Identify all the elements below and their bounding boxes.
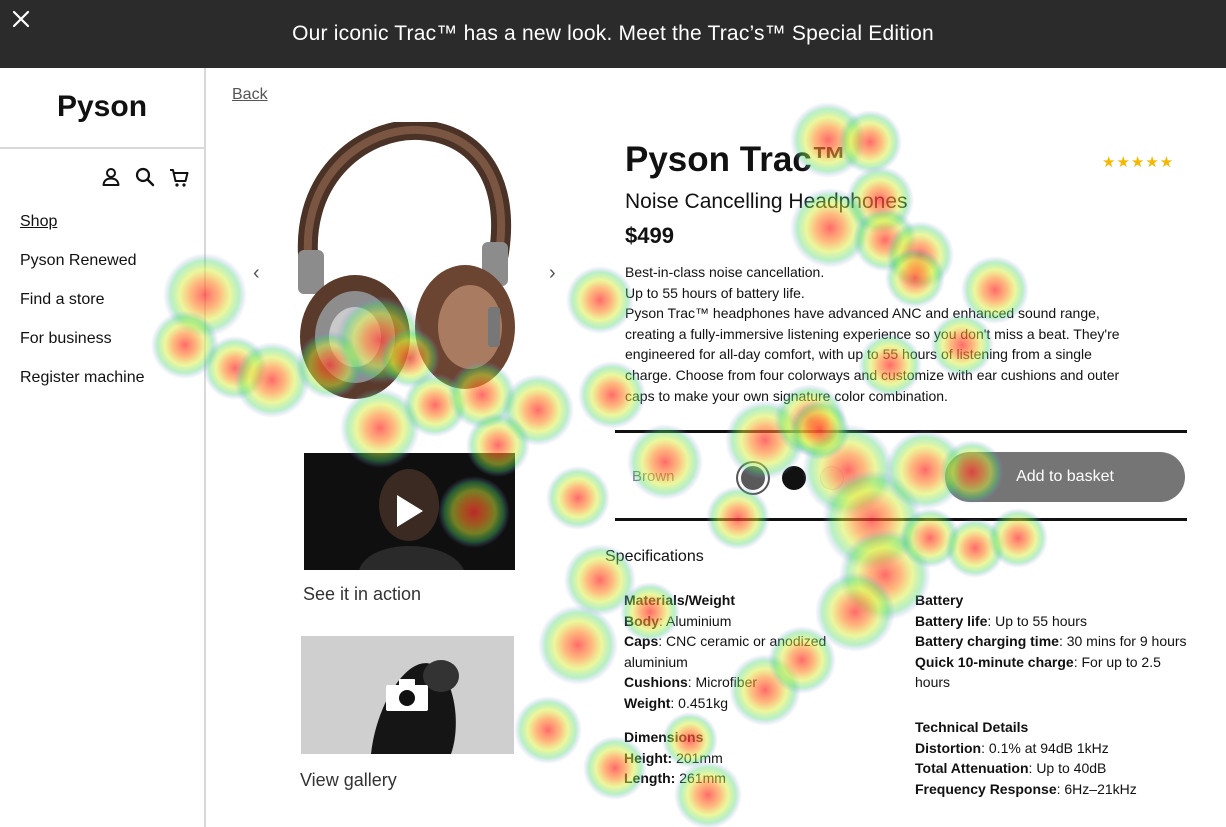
next-arrow-icon[interactable]: › (549, 262, 556, 285)
product-image (270, 119, 530, 422)
brand-logo[interactable]: Pyson (0, 90, 204, 124)
product-price: $499 (625, 223, 674, 248)
spec-row: Height: 201mm (624, 749, 723, 766)
promo-banner: Our iconic Trac™ has a new look. Meet th… (0, 0, 1226, 68)
spec-row: Quick 10-minute charge: For up to 2.5 (915, 653, 1161, 670)
spec-row: hours (915, 674, 951, 691)
video-thumbnail[interactable] (304, 453, 515, 570)
product-title: Pyson Trac™ (625, 140, 847, 179)
spec-row: Cushions: Microfiber (624, 674, 758, 691)
swatch-white[interactable] (820, 466, 844, 490)
prev-arrow-icon[interactable]: ‹ (253, 262, 260, 285)
sidebar-item-shop[interactable]: Shop (20, 212, 145, 251)
gallery-caption[interactable]: View gallery (300, 770, 397, 791)
spec-row: Distortion: 0.1% at 94dB 1kHz (915, 739, 1109, 756)
spec-row: Frequency Response: 6Hz–21kHz (915, 780, 1137, 797)
sidebar-item-pyson-renewed[interactable]: Pyson Renewed (20, 251, 145, 290)
divider-top (615, 430, 1187, 433)
rating-stars-icon[interactable]: ★★★★★ (1102, 153, 1174, 171)
spec-row: Caps: CNC ceramic or anodized (624, 633, 827, 650)
specifications-title: Specifications (605, 548, 704, 565)
headphones-image (297, 119, 515, 399)
spec-battery: Battery Battery life: Up to 55 hours Bat… (915, 590, 1220, 693)
sidebar-item-for-business[interactable]: For business (20, 329, 145, 368)
user-icon[interactable] (100, 166, 122, 188)
divider-bottom (615, 518, 1187, 521)
spec-row: Battery charging time: 30 mins for 9 hou… (915, 633, 1187, 650)
product-subtitle: Noise Cancelling Headphones (625, 190, 908, 213)
swatch-black[interactable] (782, 466, 806, 490)
spec-technical: Technical Details Distortion: 0.1% at 94… (915, 717, 1220, 799)
spec-row: Length: 261mm (624, 770, 726, 787)
swatch-grey[interactable] (741, 466, 765, 490)
spec-row: aluminium (624, 653, 688, 670)
sidebar: Pyson Shop Pyson Renewed Find a store Fo… (0, 68, 206, 827)
spec-materials: Materials/Weight Body: Aluminium Caps: C… (624, 590, 864, 714)
sidebar-item-find-a-store[interactable]: Find a store (20, 290, 145, 329)
spec-row: Battery life: Up to 55 hours (915, 612, 1087, 629)
spec-row: Body: Aluminium (624, 612, 732, 629)
cart-icon[interactable] (168, 166, 190, 188)
spec-row: Total Attenuation: Up to 40dB (915, 760, 1107, 777)
play-icon[interactable] (395, 493, 425, 534)
camera-icon[interactable] (386, 679, 428, 716)
back-link[interactable]: Back (232, 86, 268, 104)
spec-row: Weight: 0.451kg (624, 694, 729, 711)
product-description: Best-in-class noise cancellation. Up to … (625, 264, 1120, 404)
video-caption[interactable]: See it in action (303, 584, 421, 605)
add-to-basket-button[interactable]: Add to basket (945, 452, 1185, 502)
sidebar-item-register-machine[interactable]: Register machine (20, 368, 145, 407)
gallery-thumbnail[interactable] (301, 636, 514, 754)
color-label: Brown (632, 468, 675, 485)
sidebar-divider (0, 147, 204, 149)
sidebar-icons (100, 166, 190, 188)
search-icon[interactable] (134, 166, 156, 188)
banner-message[interactable]: Our iconic Trac™ has a new look. Meet th… (0, 22, 1226, 46)
spec-dimensions: Dimensions Height: 201mm Length: 261mm (624, 727, 864, 789)
sidebar-nav: Shop Pyson Renewed Find a store For busi… (20, 212, 145, 407)
